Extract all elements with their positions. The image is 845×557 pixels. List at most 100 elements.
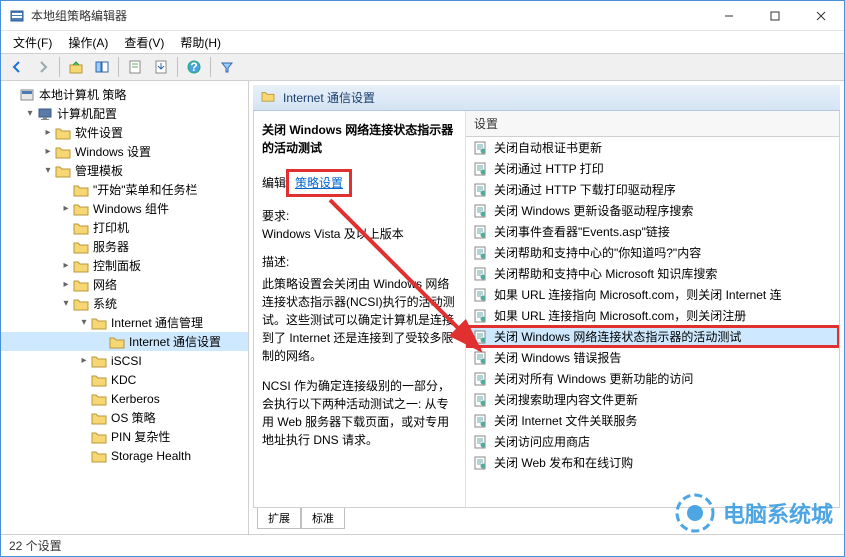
menu-file[interactable]: 文件(F) bbox=[5, 32, 60, 53]
policy-item[interactable]: 关闭 Internet 文件关联服务 bbox=[466, 410, 839, 431]
policy-icon bbox=[472, 266, 488, 282]
tree-item[interactable]: KDC bbox=[1, 370, 248, 389]
expander-icon[interactable]: ▸ bbox=[59, 279, 73, 290]
list-header[interactable]: 设置 bbox=[466, 111, 839, 137]
description-text-2: NCSI 作为确定连接级别的一部分，会执行以下两种活动测试之一: 从专用 Web… bbox=[262, 377, 457, 449]
help-button[interactable]: ? bbox=[182, 55, 206, 79]
tree-item[interactable]: ▾ 管理模板 bbox=[1, 161, 248, 180]
policy-item[interactable]: 如果 URL 连接指向 Microsoft.com，则关闭注册 bbox=[466, 305, 839, 326]
policy-item[interactable]: 关闭搜索助理内容文件更新 bbox=[466, 389, 839, 410]
policy-item[interactable]: 关闭访问应用商店 bbox=[466, 431, 839, 452]
export-list-button[interactable] bbox=[149, 55, 173, 79]
policy-title: 关闭 Windows 网络连接状态指示器的活动测试 bbox=[262, 121, 457, 157]
expander-icon[interactable]: ▸ bbox=[59, 260, 73, 271]
policy-item[interactable]: 关闭 Windows 错误报告 bbox=[466, 347, 839, 368]
tree-item[interactable]: Kerberos bbox=[1, 389, 248, 408]
show-hide-tree-button[interactable] bbox=[90, 55, 114, 79]
forward-button[interactable] bbox=[31, 55, 55, 79]
policy-item[interactable]: 关闭通过 HTTP 下载打印驱动程序 bbox=[466, 179, 839, 200]
tree-item[interactable]: ▸软件设置 bbox=[1, 123, 248, 142]
tree-item[interactable]: ▾计算机配置 bbox=[1, 104, 248, 123]
expander-icon[interactable]: ▸ bbox=[77, 355, 91, 366]
close-button[interactable] bbox=[798, 1, 844, 31]
filter-button[interactable] bbox=[215, 55, 239, 79]
back-button[interactable] bbox=[5, 55, 29, 79]
tree-item-label: Internet 通信设置 bbox=[129, 333, 221, 350]
maximize-button[interactable] bbox=[752, 1, 798, 31]
status-bar: 22 个设置 bbox=[1, 534, 844, 556]
folder-icon bbox=[73, 296, 89, 312]
tab-extended[interactable]: 扩展 bbox=[257, 508, 301, 529]
tree-item[interactable]: 服务器 bbox=[1, 237, 248, 256]
tree-item-label: 管理模板 bbox=[75, 162, 123, 179]
folder-icon bbox=[261, 90, 277, 106]
console-icon bbox=[19, 87, 35, 103]
policy-item[interactable]: 关闭 Web 发布和在线订购 bbox=[466, 452, 839, 473]
folder-icon bbox=[91, 372, 107, 388]
folder-icon bbox=[91, 410, 107, 426]
tree-item[interactable]: ▸网络 bbox=[1, 275, 248, 294]
menu-action[interactable]: 操作(A) bbox=[60, 32, 116, 53]
requirements-label: 要求: bbox=[262, 207, 457, 225]
content-area: 本地计算机 策略▾计算机配置▸软件设置▸Windows 设置 ▾ 管理模板 "开始"… bbox=[1, 81, 844, 534]
folder-icon bbox=[73, 201, 89, 217]
menu-view[interactable]: 查看(V) bbox=[116, 32, 172, 53]
title-bar: 本地组策略编辑器 bbox=[1, 1, 844, 31]
policy-item-label: 关闭搜索助理内容文件更新 bbox=[494, 391, 638, 408]
tree-item[interactable]: ▸Windows 组件 bbox=[1, 199, 248, 218]
expander-icon[interactable]: ▾ bbox=[23, 108, 37, 119]
description-label: 描述: bbox=[262, 253, 457, 271]
tree-item[interactable]: "开始"菜单和任务栏 bbox=[1, 180, 248, 199]
policy-item[interactable]: 关闭自动根证书更新 bbox=[466, 137, 839, 158]
policy-item[interactable]: 关闭帮助和支持中心的"你知道吗?"内容 bbox=[466, 242, 839, 263]
tree-item-label: 打印机 bbox=[93, 219, 129, 236]
tree-item[interactable]: ▸iSCSI bbox=[1, 351, 248, 370]
expander-icon[interactable]: ▸ bbox=[41, 146, 55, 157]
tree-item[interactable]: 本地计算机 策略 bbox=[1, 85, 248, 104]
policy-item-label: 关闭对所有 Windows 更新功能的访问 bbox=[494, 370, 693, 387]
folder-icon bbox=[109, 334, 125, 350]
tree-item[interactable]: ▸Windows 设置 bbox=[1, 142, 248, 161]
folder-icon bbox=[55, 125, 71, 141]
policy-item[interactable]: 关闭对所有 Windows 更新功能的访问 bbox=[466, 368, 839, 389]
policy-item[interactable]: 关闭帮助和支持中心 Microsoft 知识库搜索 bbox=[466, 263, 839, 284]
tree-item[interactable]: PIN 复杂性 bbox=[1, 427, 248, 446]
tree-item[interactable]: ▾Internet 通信管理 bbox=[1, 313, 248, 332]
tab-standard[interactable]: 标准 bbox=[301, 508, 345, 529]
policy-list-pane[interactable]: 设置 关闭自动根证书更新关闭通过 HTTP 打印关闭通过 HTTP 下载打印驱动… bbox=[466, 111, 839, 507]
policy-item[interactable]: 关闭 Windows 网络连接状态指示器的活动测试 bbox=[466, 326, 839, 347]
toolbar-separator bbox=[210, 57, 211, 77]
tree-item[interactable]: Storage Health bbox=[1, 446, 248, 465]
policy-icon bbox=[472, 350, 488, 366]
toolbar-separator bbox=[118, 57, 119, 77]
window-title: 本地组策略编辑器 bbox=[31, 7, 706, 24]
tree-item[interactable]: Internet 通信设置 bbox=[1, 332, 248, 351]
path-label: Internet 通信设置 bbox=[283, 89, 375, 106]
tree-item-label: KDC bbox=[111, 373, 136, 387]
tree-item-label: Kerberos bbox=[111, 392, 160, 406]
expander-icon[interactable]: ▾ bbox=[41, 165, 55, 176]
tree-item[interactable]: ▾ 系统 bbox=[1, 294, 248, 313]
properties-button[interactable] bbox=[123, 55, 147, 79]
folder-icon bbox=[73, 182, 89, 198]
expander-icon[interactable]: ▸ bbox=[59, 203, 73, 214]
tree-item[interactable]: 打印机 bbox=[1, 218, 248, 237]
policy-item[interactable]: 关闭通过 HTTP 打印 bbox=[466, 158, 839, 179]
edit-policy-link[interactable]: 策略设置 bbox=[295, 176, 343, 190]
up-button[interactable] bbox=[64, 55, 88, 79]
policy-item-label: 关闭 Web 发布和在线订购 bbox=[494, 454, 633, 471]
expander-icon[interactable]: ▾ bbox=[77, 317, 91, 328]
tree-item[interactable]: OS 策略 bbox=[1, 408, 248, 427]
expander-icon[interactable]: ▾ bbox=[59, 298, 73, 309]
menu-help[interactable]: 帮助(H) bbox=[172, 32, 229, 53]
policy-item[interactable]: 关闭 Windows 更新设备驱动程序搜索 bbox=[466, 200, 839, 221]
tree-item-label: 系统 bbox=[93, 295, 117, 312]
tree-item[interactable]: ▸控制面板 bbox=[1, 256, 248, 275]
tree-pane[interactable]: 本地计算机 策略▾计算机配置▸软件设置▸Windows 设置 ▾ 管理模板 "开始"… bbox=[1, 81, 249, 534]
minimize-button[interactable] bbox=[706, 1, 752, 31]
policy-item-label: 关闭访问应用商店 bbox=[494, 433, 590, 450]
expander-icon[interactable]: ▸ bbox=[41, 127, 55, 138]
policy-icon bbox=[472, 371, 488, 387]
policy-item[interactable]: 如果 URL 连接指向 Microsoft.com，则关闭 Internet 连 bbox=[466, 284, 839, 305]
policy-item[interactable]: 关闭事件查看器"Events.asp"链接 bbox=[466, 221, 839, 242]
